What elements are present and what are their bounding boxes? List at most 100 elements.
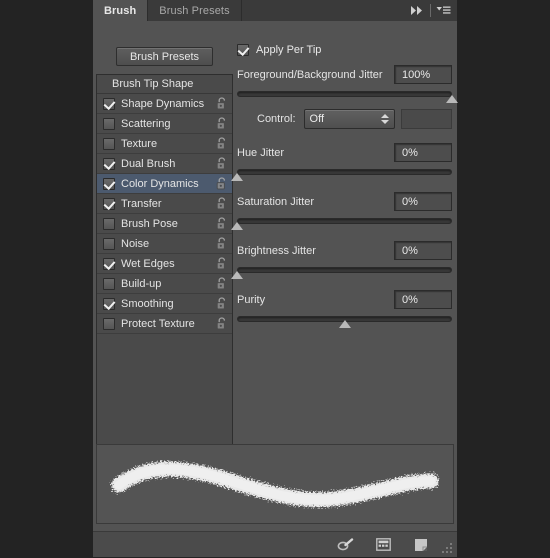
lock-open-icon[interactable] [216,297,228,310]
lock-open-icon[interactable] [216,217,228,230]
list-item[interactable]: Shape Dynamics [97,94,232,114]
list-item-checkbox[interactable] [103,197,115,210]
control-label: Control: [257,113,296,125]
list-item[interactable]: Smoothing [97,294,232,314]
toggle-brush-panel-icon[interactable] [335,536,355,554]
purity-slider[interactable] [237,315,452,328]
list-item-checkbox[interactable] [103,237,115,250]
lock-open-icon[interactable] [216,277,228,290]
list-item[interactable]: Build-up [97,274,232,294]
list-item-label: Protect Texture [121,317,195,330]
list-item-checkbox[interactable] [103,317,115,330]
apply-per-tip-row[interactable]: Apply Per Tip [237,44,321,56]
hue-jitter-group: Hue Jitter 0% [231,143,452,181]
brush-panel: Brush Brush Presets Brush Presets Brush … [93,0,458,557]
saturation-jitter-slider[interactable] [231,217,452,230]
list-item-checkbox[interactable] [103,277,115,290]
purity-thumb[interactable] [338,320,351,328]
list-item[interactable]: Texture [97,134,232,154]
list-item-label: Brush Pose [121,217,178,230]
list-item-label: Wet Edges [121,257,175,270]
tab-brush-presets[interactable]: Brush Presets [148,0,242,21]
apply-per-tip-label: Apply Per Tip [256,44,322,56]
brush-presets-button[interactable]: Brush Presets [116,47,213,66]
lock-open-icon[interactable] [216,97,228,110]
brush-stroke-preview [96,444,454,524]
hue-jitter-value[interactable]: 0% [394,143,452,162]
open-preset-manager-icon[interactable] [373,536,393,554]
list-item-checkbox[interactable] [103,137,115,150]
saturation-jitter-thumb[interactable] [231,222,243,230]
brush-tip-shape-label: Brush Tip Shape [112,78,194,90]
hue-jitter-label: Hue Jitter [237,146,285,159]
tab-bar-divider [430,4,431,17]
saturation-jitter-track [237,218,452,224]
tab-brush-presets-label: Brush Presets [159,4,230,17]
list-item-label: Color Dynamics [121,177,199,190]
saturation-jitter-label: Saturation Jitter [237,195,315,208]
create-new-brush-icon[interactable] [411,536,431,554]
brush-presets-button-label: Brush Presets [129,50,200,63]
brightness-jitter-track [237,267,452,273]
list-item-label: Smoothing [121,297,174,310]
lock-open-icon[interactable] [216,177,228,190]
tab-brush[interactable]: Brush [93,0,149,21]
saturation-jitter-value[interactable]: 0% [394,192,452,211]
fg-bg-jitter-thumb[interactable] [446,95,458,103]
hue-jitter-thumb[interactable] [231,173,243,181]
lock-open-icon[interactable] [216,157,228,170]
panel-tab-bar: Brush Brush Presets [93,0,457,21]
list-item-label: Texture [121,137,158,150]
lock-open-icon[interactable] [216,257,228,270]
panel-menu-icon[interactable] [435,2,452,19]
list-item[interactable]: Transfer [97,194,232,214]
brightness-jitter-group: Brightness Jitter 0% [231,241,452,279]
control-select[interactable]: Off [303,109,396,129]
purity-value[interactable]: 0% [394,290,452,309]
list-item[interactable]: Wet Edges [97,254,232,274]
lock-open-icon[interactable] [216,137,228,150]
hue-jitter-slider[interactable] [231,168,452,181]
list-item-checkbox[interactable] [103,217,115,230]
fg-bg-jitter-group: Foreground/Background Jitter 100% [237,65,458,103]
lock-open-icon[interactable] [216,237,228,250]
resize-grip[interactable] [440,541,454,555]
list-item-label: Scattering [121,117,171,130]
tab-brush-label: Brush [104,4,137,17]
fg-bg-jitter-slider[interactable] [237,90,458,103]
fg-bg-jitter-label: Foreground/Background Jitter [237,68,383,81]
brush-option-list: Brush Tip Shape Shape Dynamics Scattering… [96,74,233,465]
brush-tip-shape-header[interactable]: Brush Tip Shape [97,75,232,94]
purity-label: Purity [237,293,266,306]
list-item-checkbox[interactable] [103,177,115,190]
collapse-to-icons-icon[interactable] [409,2,426,19]
list-item-label: Noise [121,237,150,250]
lock-open-icon[interactable] [216,117,228,130]
brightness-jitter-slider[interactable] [231,266,452,279]
hue-jitter-track [237,169,452,175]
brightness-jitter-thumb[interactable] [231,271,243,279]
control-secondary-field[interactable] [401,109,452,129]
control-row: Control: Off [237,109,452,129]
lock-open-icon[interactable] [216,317,228,330]
list-item-label: Build-up [121,277,162,290]
brightness-jitter-value[interactable]: 0% [394,241,452,260]
fg-bg-jitter-value[interactable]: 100% [394,65,452,84]
list-item[interactable]: Brush Pose [97,214,232,234]
list-item-checkbox[interactable] [103,117,115,130]
list-item-checkbox[interactable] [103,257,115,270]
list-item-checkbox[interactable] [103,157,115,170]
list-item-checkbox[interactable] [103,297,115,310]
chevron-updown-icon [381,114,390,124]
saturation-jitter-group: Saturation Jitter 0% [231,192,452,230]
list-item[interactable]: Color Dynamics [97,174,232,194]
brightness-jitter-label: Brightness Jitter [237,244,316,257]
apply-per-tip-checkbox[interactable] [237,44,249,56]
list-item[interactable]: Dual Brush [97,154,232,174]
list-item[interactable]: Protect Texture [97,314,232,334]
list-item[interactable]: Scattering [97,114,232,134]
list-item-checkbox[interactable] [103,97,115,110]
list-item[interactable]: Noise [97,234,232,254]
lock-open-icon[interactable] [216,197,228,210]
control-select-value: Off [309,113,325,125]
